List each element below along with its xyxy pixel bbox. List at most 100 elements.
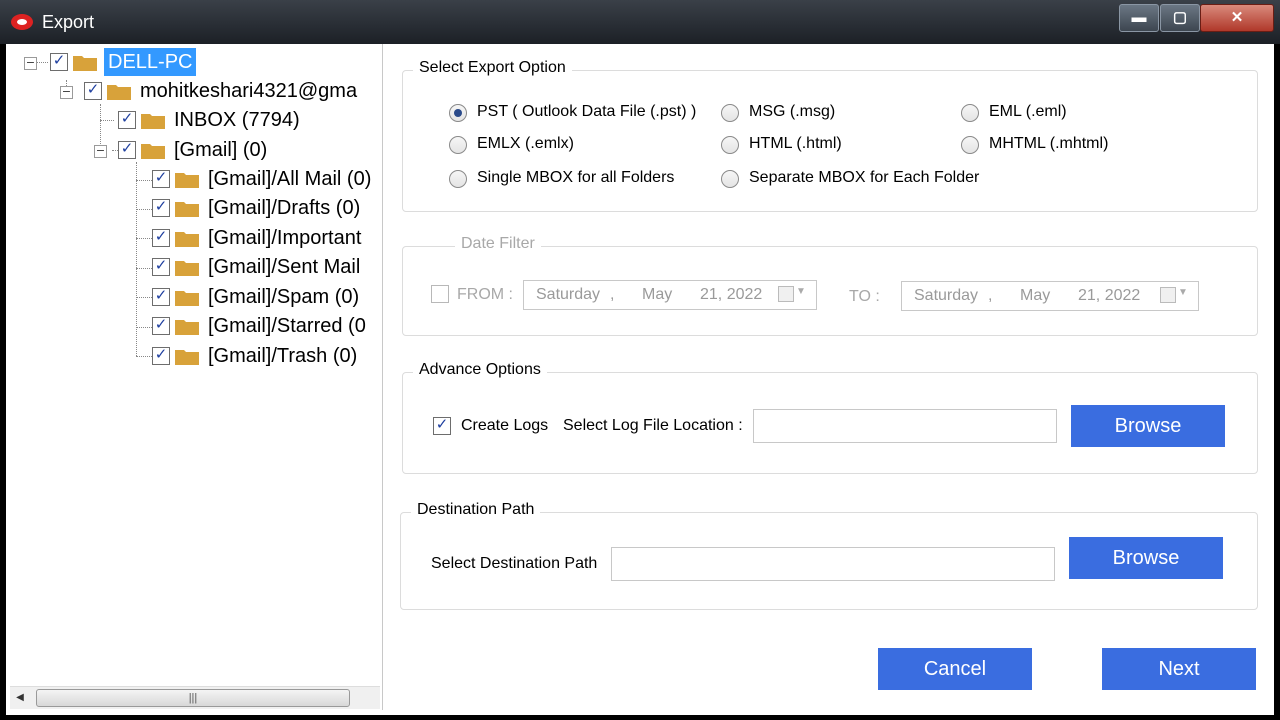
- tree-node-account[interactable]: − ✓ mohitkeshari4321@gma: [8, 77, 382, 105]
- calendar-icon: [1160, 287, 1176, 303]
- radio-label-html[interactable]: HTML (.html): [749, 135, 842, 153]
- calendar-icon: [778, 286, 794, 302]
- tree-node-subfolder[interactable]: ✓ [Gmail]/Spam (0): [8, 283, 382, 311]
- minimize-button[interactable]: ▬: [1119, 4, 1159, 32]
- radio-label-single-mbox[interactable]: Single MBOX for all Folders: [477, 169, 674, 187]
- radio-label-pst[interactable]: PST ( Outlook Data File (.pst) ): [477, 103, 696, 121]
- folder-icon: [73, 56, 97, 71]
- log-browse-button[interactable]: Browse: [1071, 405, 1225, 447]
- checkbox-root[interactable]: ✓: [50, 51, 68, 71]
- folder-icon: [175, 291, 199, 306]
- date-filter-legend: Date Filter: [455, 235, 541, 253]
- app-logo-icon: [11, 14, 33, 30]
- tree-node-gmail[interactable]: − ✓ [Gmail] (0): [8, 136, 382, 164]
- log-location-label: Select Log File Location :: [563, 417, 743, 434]
- checkbox-subfolder[interactable]: ✓: [152, 315, 170, 335]
- tree-node-label: [Gmail]/Spam (0): [208, 286, 360, 308]
- close-button[interactable]: ✕: [1200, 4, 1274, 32]
- tree-node-subfolder[interactable]: ✓ [Gmail]/Important: [8, 224, 382, 252]
- destination-path-input[interactable]: [611, 547, 1055, 581]
- checkbox-subfolder[interactable]: ✓: [152, 227, 170, 247]
- destination-group: Destination Path Select Destination Path…: [400, 501, 1258, 610]
- folder-icon: [175, 202, 199, 217]
- destination-legend: Destination Path: [411, 501, 541, 519]
- tree-node-subfolder[interactable]: ✓ [Gmail]/Sent Mail: [8, 253, 382, 281]
- tree-node-root[interactable]: − ✓ DELL-PC: [8, 48, 382, 76]
- close-icon: ✕: [1230, 9, 1244, 26]
- tree-node-inbox[interactable]: ✓ INBOX (7794): [8, 106, 382, 134]
- log-location-input[interactable]: [753, 409, 1057, 443]
- radio-mhtml[interactable]: [961, 136, 979, 154]
- date-filter-checkbox[interactable]: [431, 285, 449, 303]
- radio-msg[interactable]: [721, 104, 739, 122]
- tree-node-subfolder[interactable]: ✓ [Gmail]/All Mail (0): [8, 165, 382, 193]
- checkbox-inbox[interactable]: ✓: [118, 109, 136, 129]
- to-date-picker[interactable]: Saturday , May 21, 2022 ▼: [901, 281, 1199, 311]
- radio-eml[interactable]: [961, 104, 979, 122]
- export-option-group: Select Export Option PST ( Outlook Data …: [402, 59, 1258, 212]
- radio-label-separate-mbox[interactable]: Separate MBOX for Each Folder: [749, 169, 979, 187]
- collapse-icon[interactable]: −: [94, 145, 107, 158]
- collapse-icon[interactable]: −: [24, 57, 37, 70]
- tree-node-subfolder[interactable]: ✓ [Gmail]/Drafts (0): [8, 194, 382, 222]
- checkbox-subfolder[interactable]: ✓: [152, 168, 170, 188]
- to-label: TO :: [849, 288, 880, 305]
- destination-browse-button[interactable]: Browse: [1069, 537, 1223, 579]
- folder-icon: [175, 320, 199, 335]
- advance-options-group: Advance Options ✓ Create Logs Select Log…: [402, 361, 1258, 474]
- maximize-button[interactable]: ▢: [1160, 4, 1200, 32]
- tree-node-label: DELL-PC: [104, 48, 197, 76]
- folder-icon: [175, 350, 199, 365]
- collapse-icon[interactable]: −: [60, 86, 73, 99]
- radio-label-msg[interactable]: MSG (.msg): [749, 103, 835, 121]
- advance-options-legend: Advance Options: [413, 361, 547, 379]
- tree-node-subfolder[interactable]: ✓ [Gmail]/Trash (0): [8, 342, 382, 370]
- folder-icon: [141, 114, 165, 129]
- date-filter-group: Date Filter FROM : Saturday , May 21, 20…: [402, 235, 1258, 336]
- tree-node-label: [Gmail]/Trash (0): [208, 345, 358, 367]
- chevron-down-icon: ▼: [1178, 287, 1188, 298]
- tree-node-label: [Gmail]/Important: [208, 227, 362, 249]
- radio-label-mhtml[interactable]: MHTML (.mhtml): [989, 135, 1108, 153]
- scroll-left-icon[interactable]: ◀: [10, 687, 30, 709]
- radio-html[interactable]: [721, 136, 739, 154]
- radio-pst[interactable]: [449, 104, 467, 122]
- next-button[interactable]: Next: [1102, 648, 1256, 690]
- tree-node-label: [Gmail]/Sent Mail: [208, 256, 361, 278]
- tree-node-subfolder[interactable]: ✓ [Gmail]/Starred (0: [8, 312, 382, 340]
- create-logs-label: Create Logs: [461, 417, 549, 434]
- radio-label-eml[interactable]: EML (.eml): [989, 103, 1067, 121]
- from-date-sep: ,: [610, 286, 615, 303]
- tree-node-label: [Gmail]/All Mail (0): [208, 168, 372, 190]
- window-title: Export: [42, 12, 95, 32]
- radio-selected-dot: [454, 109, 462, 117]
- export-options-pane: Select Export Option PST ( Outlook Data …: [388, 44, 1274, 710]
- checkbox-subfolder[interactable]: ✓: [152, 286, 170, 306]
- from-date-month: May: [642, 286, 673, 303]
- checkbox-subfolder[interactable]: ✓: [152, 256, 170, 276]
- title-bar: [0, 0, 1280, 44]
- folder-icon: [175, 173, 199, 188]
- to-date-month: May: [1020, 287, 1051, 304]
- from-date-picker[interactable]: Saturday , May 21, 2022 ▼: [523, 280, 817, 310]
- export-option-legend: Select Export Option: [413, 59, 572, 77]
- folder-icon: [175, 232, 199, 247]
- tree-node-label: mohitkeshari4321@gma: [140, 80, 358, 102]
- create-logs-checkbox[interactable]: ✓: [433, 415, 451, 435]
- minimize-icon: ▬: [1131, 9, 1147, 26]
- folder-icon: [107, 85, 131, 100]
- cancel-button[interactable]: Cancel: [878, 648, 1032, 690]
- radio-emlx[interactable]: [449, 136, 467, 154]
- checkbox-subfolder[interactable]: ✓: [152, 197, 170, 217]
- to-date-day: Saturday: [914, 287, 979, 304]
- radio-single-mbox[interactable]: [449, 170, 467, 188]
- tree-node-label: [Gmail]/Drafts (0): [208, 197, 361, 219]
- folder-icon: [175, 261, 199, 276]
- scrollbar-thumb[interactable]: |||: [36, 689, 350, 707]
- radio-separate-mbox[interactable]: [721, 170, 739, 188]
- checkbox-account[interactable]: ✓: [84, 80, 102, 100]
- checkbox-gmail[interactable]: ✓: [118, 139, 136, 159]
- checkbox-subfolder[interactable]: ✓: [152, 345, 170, 365]
- horizontal-scrollbar[interactable]: ◀ |||: [10, 686, 380, 709]
- radio-label-emlx[interactable]: EMLX (.emlx): [477, 135, 574, 153]
